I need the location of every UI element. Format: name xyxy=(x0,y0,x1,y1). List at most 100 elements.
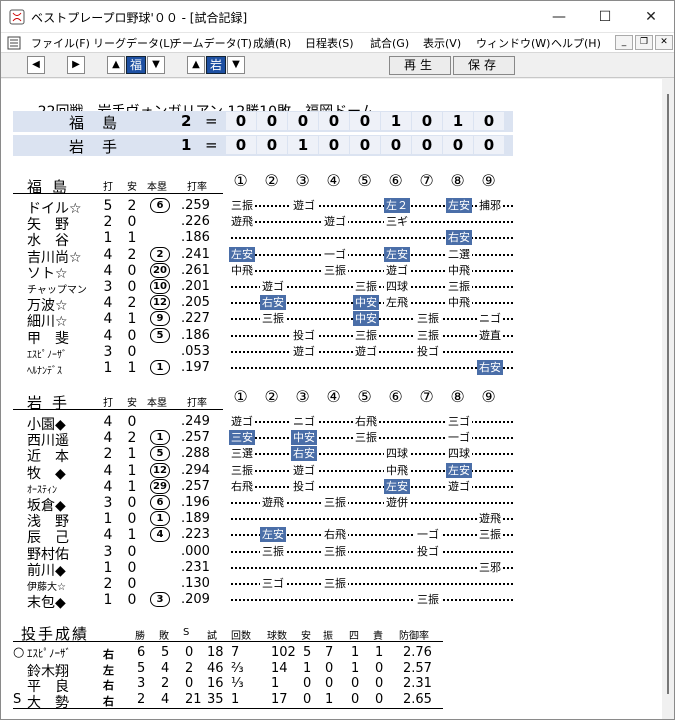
out-result: 遊飛 xyxy=(260,495,286,510)
game-record-panel: 22回戦 岩手ヴォンガリアン 12勝10敗 福岡ドーム 福島2=00000101… xyxy=(1,79,662,719)
pitcher-bb: 0 xyxy=(351,676,360,691)
mdi-close-icon[interactable]: ✕ xyxy=(655,35,673,50)
pitcher-pc: 102 xyxy=(271,645,296,660)
maximize-button[interactable]: ☐ xyxy=(582,1,628,33)
vertical-scrollbar[interactable] xyxy=(662,79,674,719)
result-dots xyxy=(231,367,513,369)
batter-hr: 29 xyxy=(150,478,170,494)
batter-hits: 0 xyxy=(127,495,137,511)
batter-hr: 20 xyxy=(150,262,170,278)
pitcher-s: 0 xyxy=(185,645,194,660)
hit-result: 三安 xyxy=(229,430,255,446)
next-arrow-icon[interactable]: ▶ xyxy=(67,56,85,74)
menu-file[interactable]: ファイル(F) xyxy=(31,35,90,51)
linescore-inning: 0 xyxy=(412,136,442,154)
inning-header: ④ xyxy=(326,387,341,406)
batter-hits: 0 xyxy=(127,279,137,295)
inning-header: ① xyxy=(233,171,248,190)
pitcher-mark: S xyxy=(13,691,22,707)
menu-game[interactable]: 試合(G) xyxy=(370,35,409,51)
batter-hits: 0 xyxy=(127,576,137,592)
mdi-restore-icon[interactable]: ❐ xyxy=(635,35,653,50)
pitcher-h: 0 xyxy=(303,676,312,691)
hit-result: 中安 xyxy=(291,430,317,446)
out-result: 三振 xyxy=(353,279,379,294)
linescore-inning: 0 xyxy=(288,112,318,130)
pitcher-hand: 右 xyxy=(103,694,114,708)
prev-arrow-icon[interactable]: ◀ xyxy=(27,56,45,74)
batter-avg: .259 xyxy=(181,198,210,213)
menu-view[interactable]: 表示(V) xyxy=(423,35,461,51)
out-result: 三振 xyxy=(415,311,441,327)
away-up-icon[interactable]: ▲ xyxy=(187,56,205,74)
menu-help[interactable]: ヘルプ(H) xyxy=(551,35,601,51)
batter-hits: 2 xyxy=(127,430,137,447)
batter-row: ドイル☆ 5 2 6.259 三振 遊ゴ 左２ 左安 捕邪 xyxy=(1,198,662,217)
inning-header: ⑦ xyxy=(419,171,434,190)
menu-league-data[interactable]: リーグデータ(L) xyxy=(93,35,174,51)
batter-row: チャップマン 3 0 10.201 遊ゴ 三振 四球 三振 xyxy=(1,279,662,296)
baseball-app-icon xyxy=(9,9,25,25)
col-h: 安 xyxy=(127,398,137,409)
inning-header: ④ xyxy=(326,171,341,190)
document-icon[interactable] xyxy=(7,36,21,50)
out-result: 中飛 xyxy=(384,462,410,478)
batter-name: 伊藤大☆ xyxy=(27,582,66,593)
mdi-minimize-icon[interactable]: _ xyxy=(615,35,633,50)
batter-avg: .201 xyxy=(181,279,210,294)
out-result: 遊ゴ xyxy=(260,279,286,294)
menu-team-data[interactable]: チームデータ(T) xyxy=(171,35,252,51)
menu-window[interactable]: ウィンドウ(W) xyxy=(476,35,550,51)
batter-name: チャップマン xyxy=(27,285,87,296)
batter-avg: .000 xyxy=(181,543,210,559)
pitcher-er: 0 xyxy=(375,691,384,707)
batter-hits: 0 xyxy=(127,592,137,609)
away-team-button[interactable]: 岩 xyxy=(206,56,226,74)
out-result: 投ゴ xyxy=(415,543,441,559)
inning-header: ⑧ xyxy=(450,171,465,190)
out-result: ニゴ xyxy=(291,414,317,429)
minimize-button[interactable]: — xyxy=(536,1,582,33)
batter-ab: 1 xyxy=(103,511,113,528)
home-down-icon[interactable]: ▼ xyxy=(147,56,165,74)
batter-avg: .223 xyxy=(181,527,210,543)
batter-name: 末包◆ xyxy=(27,595,66,612)
batter-hr: 6 xyxy=(150,495,170,510)
hit-result: 左２ xyxy=(384,198,410,213)
pitch-col-header: 勝 xyxy=(135,631,145,642)
out-result: 三選 xyxy=(229,446,255,462)
batter-ab: 1 xyxy=(103,360,113,376)
out-result: 遊飛 xyxy=(477,511,503,527)
pitcher-l: 2 xyxy=(161,676,170,691)
inning-header: ⑦ xyxy=(419,387,434,406)
batter-avg: .288 xyxy=(181,446,210,462)
out-result: 三振 xyxy=(322,543,348,559)
linescore-inning: 1 xyxy=(381,112,411,130)
home-up-icon[interactable]: ▲ xyxy=(107,56,125,74)
batter-hr: 1 xyxy=(150,360,170,375)
batter-avg: .130 xyxy=(181,576,210,591)
out-result: 一ゴ xyxy=(415,527,441,543)
away-down-icon[interactable]: ▼ xyxy=(227,56,245,74)
batter-row: 矢 野 2 0.226 遊飛 遊ゴ 三ギ xyxy=(1,214,662,233)
out-result: 三ゴ xyxy=(446,414,472,429)
batter-hits: 1 xyxy=(127,446,137,463)
save-button[interactable]: 保存 xyxy=(453,56,515,75)
batter-name: ｵｰｽﾃｨﾝ xyxy=(27,484,57,496)
menu-stats[interactable]: 成績(R) xyxy=(253,35,291,51)
batter-ab: 4 xyxy=(103,246,113,263)
home-team-button[interactable]: 福 xyxy=(126,56,146,74)
out-result: 遊ゴ xyxy=(322,214,348,230)
batter-hr: 1 xyxy=(150,511,170,527)
batter-row: 万波☆ 4 2 12.205 右安 中安 左飛 中飛 xyxy=(1,295,662,314)
pitcher-mark: ○ xyxy=(13,645,25,660)
batter-ab: 4 xyxy=(103,430,113,447)
close-button[interactable]: ✕ xyxy=(628,1,674,33)
pitcher-er: 1 xyxy=(375,645,384,660)
menu-schedule[interactable]: 日程表(S) xyxy=(305,35,354,51)
linescore-inning: 0 xyxy=(412,112,442,130)
batter-row: 甲 斐 4 0 5.186 投ゴ 三振 三振 遊直 xyxy=(1,327,662,347)
scroll-thumb[interactable] xyxy=(667,94,669,694)
pitcher-w: 6 xyxy=(137,645,146,660)
play-button[interactable]: 再生 xyxy=(389,56,451,75)
